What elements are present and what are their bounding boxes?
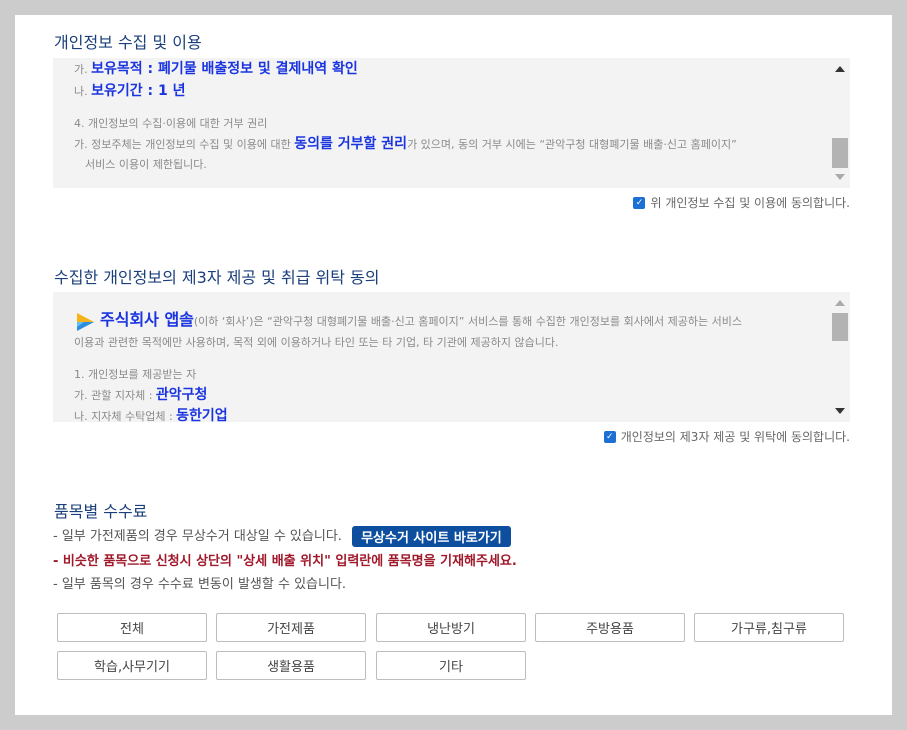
privacy-collection-scrollbar[interactable] xyxy=(830,58,850,188)
refusal-right-strong: 동의를 거부할 권리 xyxy=(294,136,408,152)
jurisdiction-prefix: 가. 관할 지자체 : xyxy=(74,389,156,402)
section-title-third-party: 수집한 개인정보의 제3자 제공 및 취급 위탁 동의 xyxy=(54,268,380,287)
arrow-up-icon[interactable] xyxy=(835,300,845,306)
category-furniture-button[interactable]: 가구류,침구류 xyxy=(694,613,844,642)
category-household-button[interactable]: 생활용품 xyxy=(216,651,366,680)
arrow-down-icon[interactable] xyxy=(835,408,845,414)
third-party-scrollbox[interactable]: 주식회사 앱솔(이하 ‘회사’)은 “관악구청 대형폐기물 배출·신고 홈페이지… xyxy=(53,292,850,422)
privacy-collection-content: 가. 보유목적 : 폐기물 배출정보 및 결제내역 확인 나. 보유기간 : 1… xyxy=(74,58,826,175)
refusal-text-end: 가 있으며, 동의 거부 시에는 “관악구청 대형폐기물 배출·신고 홈페이지” xyxy=(407,138,737,151)
absol-logo-icon xyxy=(74,311,96,333)
category-other-button[interactable]: 기타 xyxy=(376,651,526,680)
privacy-collection-agree-label[interactable]: 위 개인정보 수집 및 이용에 동의합니다. xyxy=(650,194,850,211)
checkmark-icon[interactable]: ✓ xyxy=(603,430,616,443)
category-office-button[interactable]: 학습,사무기기 xyxy=(57,651,207,680)
refusal-right-heading: 4. 개인정보의 수집·이용에 대한 거부 권리 xyxy=(74,117,268,130)
free-pickup-site-button[interactable]: 무상수거 사이트 바로가기 xyxy=(352,526,511,547)
section-title-privacy-collection: 개인정보 수집 및 이용 xyxy=(54,33,202,52)
scrollbar-thumb[interactable] xyxy=(832,138,848,168)
consent-card: 개인정보 수집 및 이용 가. 보유목적 : 폐기물 배출정보 및 결제내역 확… xyxy=(15,15,892,715)
arrow-down-icon[interactable] xyxy=(835,174,845,180)
category-all-button[interactable]: 전체 xyxy=(57,613,207,642)
category-kitchen-button[interactable]: 주방용품 xyxy=(535,613,685,642)
intro-text: (이하 ‘회사’)은 “관악구청 대형폐기물 배출·신고 홈페이지” 서비스를 … xyxy=(193,315,742,328)
fee-note-variation: - 일부 품목의 경우 수수료 변동이 발생할 수 있습니다. xyxy=(53,577,347,592)
third-party-agree[interactable]: ✓ 개인정보의 제3자 제공 및 위탁에 동의합니다. xyxy=(603,428,850,445)
section-title-fees: 품목별 수수료 xyxy=(54,502,148,521)
jurisdiction-value: 관악구청 xyxy=(155,387,208,403)
third-party-agree-label[interactable]: 개인정보의 제3자 제공 및 위탁에 동의합니다. xyxy=(621,428,850,445)
privacy-collection-scrollbox[interactable]: 가. 보유목적 : 폐기물 배출정보 및 결제내역 확인 나. 보유기간 : 1… xyxy=(53,58,850,188)
retention-period: 보유기간 : 1 년 xyxy=(91,83,186,99)
category-appliances-button[interactable]: 가전제품 xyxy=(216,613,366,642)
category-hvac-button[interactable]: 냉난방기 xyxy=(376,613,526,642)
scrollbar-thumb[interactable] xyxy=(832,313,848,341)
period-prefix: 나. xyxy=(74,85,88,98)
refusal-text-start: 가. 정보주체는 개인정보의 수집 및 이용에 대한 xyxy=(74,138,295,151)
arrow-up-icon[interactable] xyxy=(835,66,845,72)
purpose-prefix: 가. xyxy=(74,63,88,76)
fee-note-free-pickup: - 일부 가전제품의 경우 무상수거 대상일 수 있습니다. 무상수거 사이트 … xyxy=(53,525,511,547)
privacy-collection-agree[interactable]: ✓ 위 개인정보 수집 및 이용에 동의합니다. xyxy=(633,194,850,211)
provider-heading: 1. 개인정보를 제공받는 자 xyxy=(74,368,197,381)
company-name: 주식회사 앱솔 xyxy=(100,310,194,329)
third-party-scrollbar[interactable] xyxy=(830,292,850,422)
third-party-content: 주식회사 앱솔(이하 ‘회사’)은 “관악구청 대형폐기물 배출·신고 홈페이지… xyxy=(74,309,826,422)
refusal-text-cont: 서비스 이용이 제한됩니다. xyxy=(85,158,207,171)
contractor-value: 동한기업 xyxy=(176,408,228,422)
fee-note-warning: - 비슷한 품목으로 신청시 상단의 "상세 배출 위치" 입력란에 품목명을 … xyxy=(53,554,517,569)
intro-text-cont: 이용과 관련한 목적에만 사용하며, 목적 외에 이용하거나 타인 또는 타 기… xyxy=(74,336,559,349)
retention-purpose: 보유목적 : 폐기물 배출정보 및 결제내역 확인 xyxy=(91,61,358,77)
contractor-prefix: 나. 지자체 수탁업체 : xyxy=(74,410,177,422)
checkmark-icon[interactable]: ✓ xyxy=(633,196,646,209)
fee-note-free-pickup-text: - 일부 가전제품의 경우 무상수거 대상일 수 있습니다. xyxy=(53,529,342,544)
